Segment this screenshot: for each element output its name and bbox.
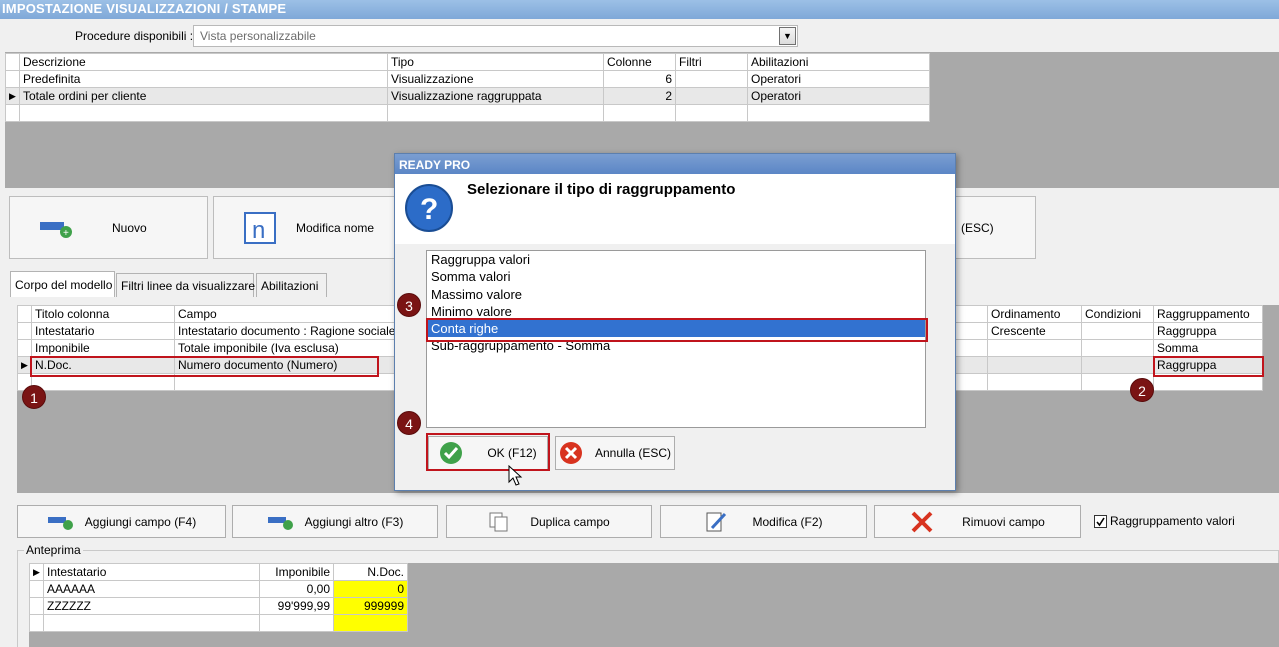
list-item[interactable]: Somma valori (427, 268, 925, 285)
add-field-icon (47, 516, 73, 530)
procedure-combo[interactable]: Vista personalizzabile ▼ (193, 25, 798, 47)
cancel-circle-icon (559, 442, 582, 464)
preview-table: ▶ Intestatario Imponibile N.Doc. AAAAAA … (29, 563, 408, 632)
dialog-header: ? Selezionare il tipo di raggruppamento (395, 174, 955, 244)
col-header[interactable]: Descrizione (19, 53, 388, 71)
procedure-value: Vista personalizzabile (200, 29, 316, 43)
dialog-question: Selezionare il tipo di raggruppamento (467, 181, 736, 198)
tab-corpo-modello[interactable]: Corpo del modello (10, 271, 115, 297)
rename-icon: n (244, 211, 276, 244)
aggiungi-altro-button[interactable]: Aggiungi altro (F3) (232, 505, 438, 538)
grouping-dialog: READY PRO ? Selezionare il tipo di raggr… (394, 153, 956, 491)
row-pointer-icon: ▶ (5, 87, 20, 105)
add-other-icon (267, 516, 293, 530)
views-table: Descrizione Tipo Colonne Filtri Abilitaz… (5, 53, 930, 122)
step-badge-2: 2 (1130, 378, 1154, 402)
row-pointer-icon: ▶ (29, 563, 44, 581)
mouse-cursor-icon (508, 465, 523, 486)
dialog-title: READY PRO (395, 154, 955, 174)
svg-text:n: n (252, 217, 265, 244)
question-icon: ? (405, 184, 453, 232)
step-badge-1: 1 (22, 385, 46, 409)
table-row[interactable] (5, 104, 930, 122)
col-header[interactable]: Abilitazioni (747, 53, 930, 71)
col-header[interactable]: Condizioni (1081, 305, 1154, 323)
remove-icon (911, 511, 933, 532)
table-row[interactable]: AAAAAA 0,00 0 (29, 580, 408, 598)
procedure-label: Procedure disponibili : (75, 29, 194, 43)
preview-legend: Anteprima (24, 543, 83, 557)
rimuovi-campo-button[interactable]: Rimuovi campo (874, 505, 1081, 538)
col-header[interactable]: Titolo colonna (31, 305, 175, 323)
annulla-button[interactable]: Annulla (ESC) (555, 436, 675, 470)
col-header[interactable]: Tipo (387, 53, 604, 71)
col-header[interactable]: Colonne (603, 53, 676, 71)
esc-button[interactable]: (ESC) (946, 196, 1036, 259)
step-badge-4: 4 (397, 411, 421, 435)
edit-icon (706, 512, 727, 531)
checkbox-checked-icon[interactable] (1094, 514, 1107, 528)
duplica-campo-button[interactable]: Duplica campo (446, 505, 652, 538)
tab-strip: Corpo del modello Filtri linee da visual… (10, 271, 350, 297)
table-row[interactable]: ▶ Totale ordini per cliente Visualizzazi… (5, 87, 930, 105)
modifica-nome-button[interactable]: n Modifica nome (213, 196, 400, 259)
step-badge-3: 3 (397, 293, 421, 317)
highlight-raggruppa-cell (1153, 356, 1264, 377)
nuovo-button[interactable]: + Nuovo (9, 196, 208, 259)
window-title: IMPOSTAZIONE VISUALIZZAZIONI / STAMPE (0, 0, 1279, 19)
tab-filtri-linee[interactable]: Filtri linee da visualizzare (116, 273, 255, 297)
table-row[interactable] (29, 614, 408, 632)
highlight-conta-righe (426, 318, 928, 342)
col-header[interactable]: Filtri (675, 53, 748, 71)
col-header[interactable]: Raggruppamento (1153, 305, 1263, 323)
modifica-button[interactable]: Modifica (F2) (660, 505, 867, 538)
add-row-icon: + (40, 221, 72, 239)
col-header[interactable]: Ordinamento (987, 305, 1082, 323)
aggiungi-campo-button[interactable]: Aggiungi campo (F4) (17, 505, 226, 538)
table-row[interactable]: Predefinita Visualizzazione 6 Operatori (5, 70, 930, 88)
highlight-ndoc-row (30, 356, 379, 377)
highlight-ok-button (426, 433, 550, 471)
list-item[interactable]: Massimo valore (427, 286, 925, 303)
chevron-down-icon[interactable]: ▼ (779, 27, 796, 45)
duplicate-icon (489, 512, 508, 531)
svg-text:+: + (63, 228, 69, 239)
tab-abilitazioni[interactable]: Abilitazioni (256, 273, 327, 297)
svg-text:?: ? (420, 193, 438, 226)
raggruppamento-valori-checkbox[interactable]: Raggruppamento valori (1094, 514, 1235, 528)
list-item[interactable]: Raggruppa valori (427, 251, 925, 268)
table-row[interactable]: ZZZZZZ 99'999,99 999999 (29, 597, 408, 615)
